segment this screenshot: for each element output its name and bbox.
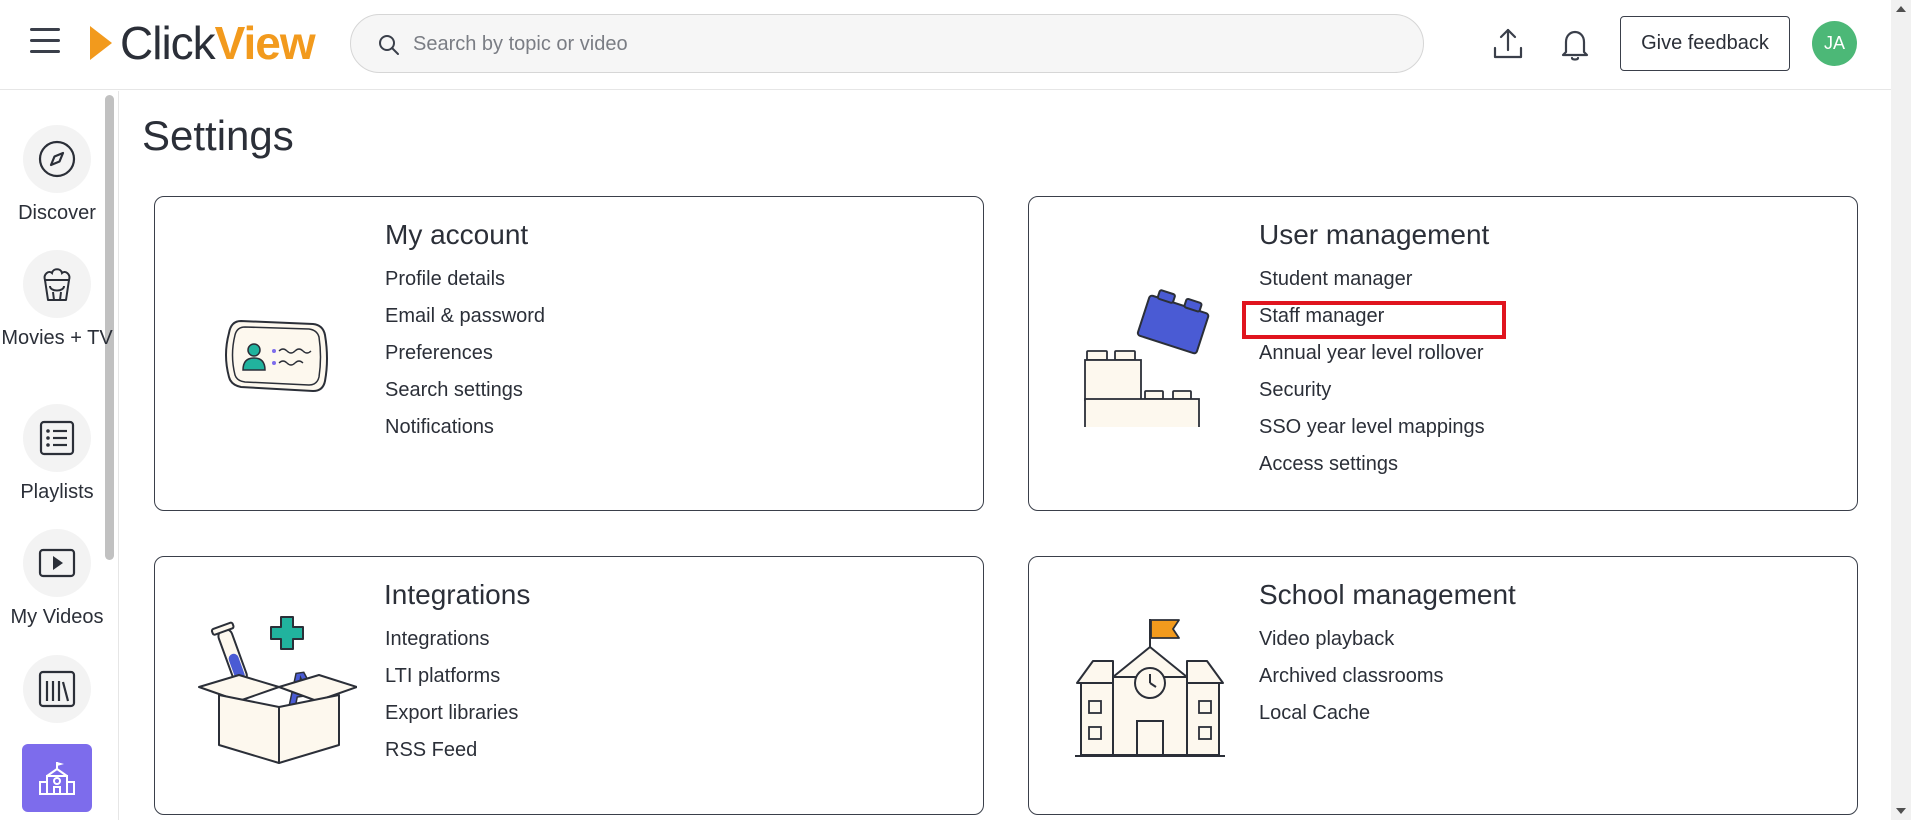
card-title: My account <box>385 219 529 250</box>
my-account-links: Profile details Email & password Prefere… <box>385 261 545 446</box>
sidebar-item-label: My Videos <box>10 606 104 628</box>
link-profile-details[interactable]: Profile details <box>385 261 545 298</box>
sidebar-icon-circle <box>23 529 91 597</box>
school-icon <box>39 762 75 795</box>
link-student-manager[interactable]: Student manager <box>1259 261 1485 298</box>
link-archived-classrooms[interactable]: Archived classrooms <box>1259 658 1444 695</box>
page-title: Settings <box>142 112 294 159</box>
link-integrations[interactable]: Integrations <box>385 621 518 658</box>
notification-bell-icon[interactable] <box>1556 24 1594 64</box>
logo-triangle-icon <box>90 26 112 60</box>
sidebar-icon-circle <box>23 250 91 318</box>
upload-icon[interactable] <box>1489 24 1527 64</box>
user-management-links: Student manager Staff manager Annual yea… <box>1259 261 1485 483</box>
link-email-password[interactable]: Email & password <box>385 298 545 335</box>
playlist-icon <box>39 420 75 456</box>
integrations-links: Integrations LTI platforms Export librar… <box>385 621 518 769</box>
link-search-settings[interactable]: Search settings <box>385 372 545 409</box>
school-management-card: School management Video playback Archive… <box>1028 556 1858 815</box>
link-local-cache[interactable]: Local Cache <box>1259 695 1444 732</box>
sidebar-item-my-videos[interactable]: My Videos <box>0 529 114 632</box>
sidebar-item-movies-tv[interactable]: Movies + TV <box>0 250 114 353</box>
clickview-logo[interactable]: Click View <box>90 17 316 69</box>
link-sso-year-level-mappings[interactable]: SSO year level mappings <box>1259 409 1485 446</box>
page-scrollbar[interactable] <box>1891 0 1911 820</box>
sidebar-item-school-settings[interactable] <box>22 744 92 812</box>
sidebar-item-library[interactable] <box>0 655 114 723</box>
left-sidebar: Discover Movies + TV Playlists My Videos <box>0 91 119 820</box>
logo-text-click: Click <box>120 17 216 69</box>
sidebar-item-label: Playlists <box>20 481 94 503</box>
link-access-settings[interactable]: Access settings <box>1259 446 1485 483</box>
id-card-illustration-icon <box>225 319 328 393</box>
compass-icon <box>38 140 76 178</box>
building-blocks-illustration-icon <box>1084 289 1210 427</box>
sidebar-icon-circle <box>23 404 91 472</box>
play-icon <box>38 548 76 578</box>
integrations-card: A Integrations Integrations LTI platform… <box>154 556 984 815</box>
link-annual-year-level-rollover[interactable]: Annual year level rollover <box>1259 335 1485 372</box>
card-title: School management <box>1259 579 1516 610</box>
school-building-illustration-icon <box>1075 619 1225 757</box>
sidebar-item-playlists[interactable]: Playlists <box>0 404 114 507</box>
card-title: Integrations <box>384 579 531 610</box>
staff-manager-highlight-box <box>1242 301 1506 339</box>
link-rss-feed[interactable]: RSS Feed <box>385 732 518 769</box>
user-avatar[interactable]: JA <box>1812 21 1857 66</box>
sidebar-item-discover[interactable]: Discover <box>0 125 114 228</box>
search-input[interactable] <box>413 25 1393 63</box>
search-bar[interactable] <box>350 14 1424 73</box>
link-lti-platforms[interactable]: LTI platforms <box>385 658 518 695</box>
popcorn-icon <box>43 268 71 301</box>
link-security[interactable]: Security <box>1259 372 1485 409</box>
logo-text-view: View <box>214 17 316 69</box>
my-account-card: My account Profile details Email & passw… <box>154 196 984 511</box>
top-header: ClickView Give feedback JA <box>0 0 1891 90</box>
link-notifications[interactable]: Notifications <box>385 409 545 446</box>
school-management-links: Video playback Archived classrooms Local… <box>1259 621 1444 732</box>
sidebar-icon-circle <box>23 125 91 193</box>
sidebar-icon-circle <box>23 655 91 723</box>
scroll-up-arrow-icon[interactable] <box>1896 6 1906 12</box>
scroll-down-arrow-icon[interactable] <box>1896 808 1906 814</box>
give-feedback-button[interactable]: Give feedback <box>1620 16 1790 71</box>
card-title: User management <box>1259 219 1490 250</box>
link-export-libraries[interactable]: Export libraries <box>385 695 518 732</box>
sidebar-item-label: Movies + TV <box>1 327 113 349</box>
user-management-card: User management Student manager Staff ma… <box>1028 196 1858 511</box>
integrations-box-illustration-icon: A <box>198 616 357 764</box>
link-preferences[interactable]: Preferences <box>385 335 545 372</box>
sidebar-item-label: Discover <box>18 202 96 224</box>
link-video-playback[interactable]: Video playback <box>1259 621 1444 658</box>
library-icon <box>38 670 76 708</box>
hamburger-menu-icon[interactable] <box>30 28 62 58</box>
search-icon <box>379 35 399 55</box>
